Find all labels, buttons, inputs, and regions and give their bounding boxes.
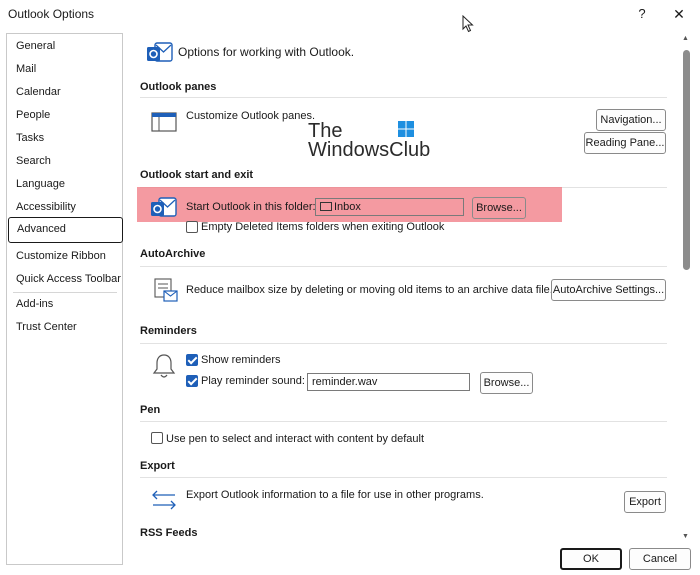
autoarchive-description: Reduce mailbox size by deleting or movin… [186, 284, 553, 296]
mouse-cursor-icon [462, 14, 474, 33]
sidebar-item-customize-ribbon[interactable]: Customize Ribbon [16, 246, 106, 266]
play-sound-checkbox[interactable] [186, 375, 198, 387]
show-reminders-label: Show reminders [201, 354, 281, 366]
start-folder-value: Inbox [334, 201, 361, 213]
help-button[interactable]: ? [633, 5, 651, 23]
reminder-sound-field[interactable]: reminder.wav [307, 373, 470, 391]
sidebar-item-add-ins[interactable]: Add-ins [16, 294, 53, 314]
reminder-sound-browse-button[interactable]: Browse... [480, 372, 533, 394]
section-title-outlook-panes: Outlook panes [140, 81, 217, 93]
archive-box-icon [152, 277, 180, 303]
section-title-rss-feeds: RSS Feeds [140, 527, 198, 539]
panes-description: Customize Outlook panes. [186, 110, 316, 122]
export-arrows-icon [150, 488, 178, 512]
bell-icon [151, 352, 177, 380]
section-divider [140, 343, 667, 344]
navigation-button[interactable]: Navigation... [596, 109, 666, 131]
start-folder-label: Start Outlook in this folder: [186, 201, 316, 213]
envelope-icon [320, 202, 332, 211]
sidebar-item-tasks[interactable]: Tasks [16, 128, 44, 148]
use-pen-checkbox[interactable] [151, 432, 163, 444]
autoarchive-settings-button[interactable]: AutoArchive Settings... [551, 279, 666, 301]
sidebar-item-trust-center[interactable]: Trust Center [16, 317, 77, 337]
play-sound-label: Play reminder sound: [201, 375, 305, 387]
reading-pane-button[interactable]: Reading Pane... [584, 132, 666, 154]
section-divider [140, 477, 667, 478]
section-divider [140, 421, 667, 422]
window-title: Outlook Options [8, 7, 95, 21]
page-header-text: Options for working with Outlook. [178, 45, 355, 59]
section-title-reminders: Reminders [140, 325, 197, 337]
sidebar-item-language[interactable]: Language [16, 174, 65, 194]
outlook-start-icon [150, 195, 178, 221]
section-title-autoarchive: AutoArchive [140, 248, 206, 260]
export-description: Export Outlook information to a file for… [186, 489, 484, 501]
watermark-line2: WindowsClub [308, 139, 431, 161]
sidebar-item-search[interactable]: Search [16, 151, 51, 171]
sidebar-divider [13, 292, 117, 293]
scrollbar-thumb[interactable] [683, 50, 690, 270]
title-bar: Outlook Options ? ✕ [0, 0, 700, 28]
section-title-pen: Pen [140, 404, 161, 416]
use-pen-label: Use pen to select and interact with cont… [166, 433, 425, 445]
sidebar-item-calendar[interactable]: Calendar [16, 82, 61, 102]
cancel-button[interactable]: Cancel [629, 548, 691, 570]
empty-deleted-checkbox[interactable] [186, 221, 198, 233]
sidebar-item-advanced[interactable]: Advanced [8, 217, 123, 243]
category-sidebar: General Mail Calendar People Tasks Searc… [6, 33, 123, 565]
show-reminders-checkbox[interactable] [186, 354, 198, 366]
sidebar-item-general[interactable]: General [16, 36, 55, 56]
section-title-start-exit: Outlook start and exit [140, 169, 254, 181]
outlook-logo-icon [146, 40, 174, 66]
export-button[interactable]: Export [624, 491, 666, 513]
sidebar-item-mail[interactable]: Mail [16, 59, 36, 79]
panes-layout-icon [151, 111, 177, 133]
windows-logo-icon [398, 121, 414, 137]
sidebar-item-people[interactable]: People [16, 105, 50, 125]
scroll-down-arrow-icon[interactable]: ▼ [682, 533, 689, 540]
ok-button[interactable]: OK [560, 548, 622, 570]
sidebar-item-quick-access-toolbar[interactable]: Quick Access Toolbar [16, 269, 121, 289]
section-title-export: Export [140, 460, 175, 472]
start-folder-browse-button[interactable]: Browse... [472, 197, 526, 219]
scroll-up-arrow-icon[interactable]: ▲ [682, 35, 689, 42]
close-button[interactable]: ✕ [669, 4, 689, 24]
sidebar-item-accessibility[interactable]: Accessibility [16, 197, 76, 217]
start-folder-field[interactable]: Inbox [315, 198, 464, 216]
section-divider [140, 266, 667, 267]
section-divider [140, 97, 667, 98]
empty-deleted-label: Empty Deleted Items folders when exiting… [201, 221, 445, 233]
